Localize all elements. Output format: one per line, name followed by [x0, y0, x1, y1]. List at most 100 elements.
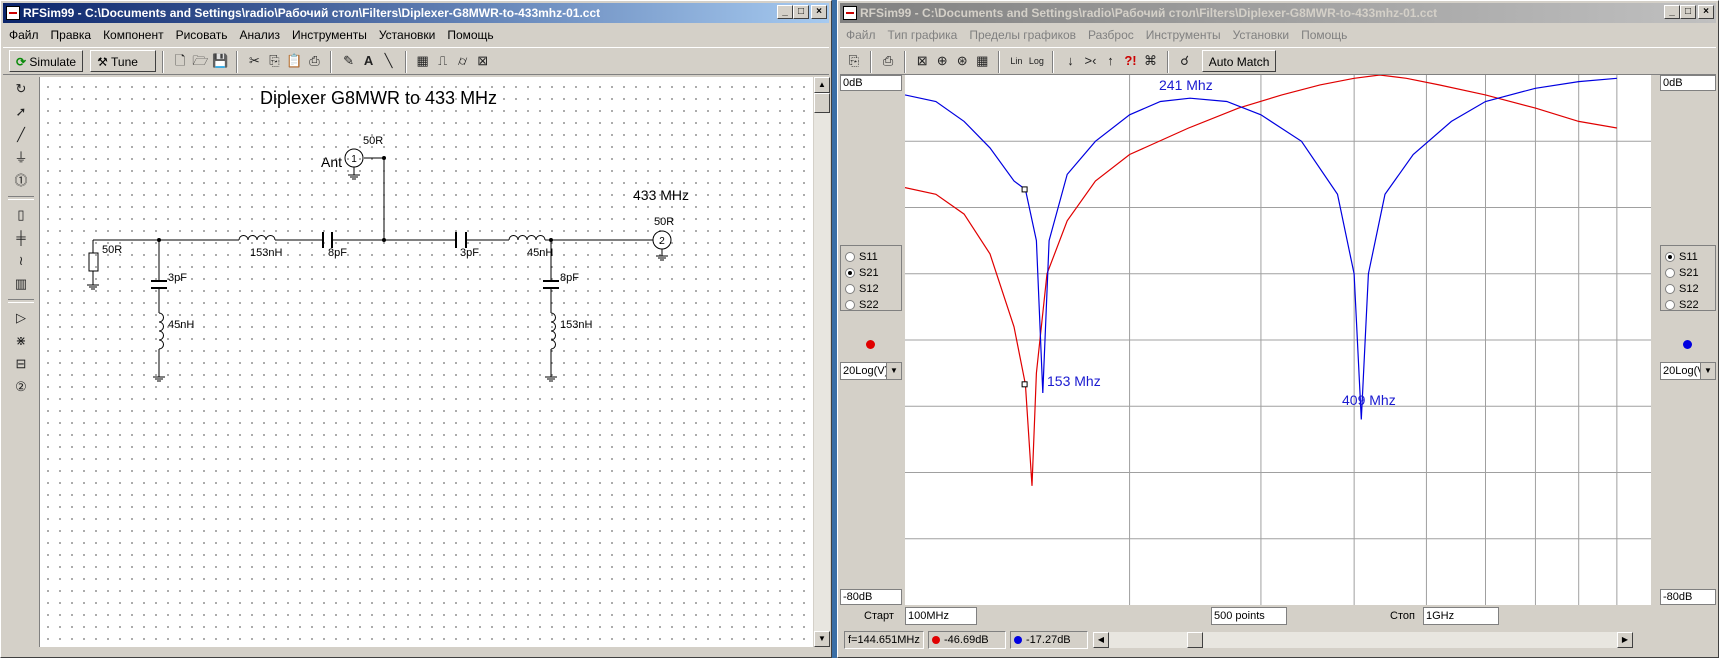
- menu-tools[interactable]: Инструменты: [286, 25, 373, 45]
- graph-titlebar[interactable]: RFSim99 - C:\Documents and Settings\radi…: [840, 3, 1716, 23]
- matching-icon[interactable]: ⊠: [473, 51, 493, 71]
- copy-graph-icon[interactable]: ⎘: [844, 51, 864, 71]
- menu-analysis[interactable]: Анализ: [234, 25, 287, 45]
- transformer-icon[interactable]: ▥: [9, 273, 33, 295]
- tune-knob-icon[interactable]: ☌: [1175, 51, 1195, 71]
- left-radio-s21[interactable]: S21: [845, 265, 897, 281]
- chevron-down-icon[interactable]: ▼: [886, 363, 901, 379]
- open-folder-icon[interactable]: 🗁: [190, 51, 210, 71]
- menu-edit[interactable]: Правка: [45, 25, 98, 45]
- menu-graph-limits[interactable]: Пределы графиков: [963, 25, 1082, 45]
- line-icon[interactable]: ╲: [379, 51, 399, 71]
- scroll-right-arrow-icon[interactable]: ▶: [1617, 632, 1633, 648]
- radio-button[interactable]: [1665, 300, 1675, 311]
- menu-file[interactable]: Файл: [3, 25, 45, 45]
- right-radio-s21[interactable]: S21: [1665, 265, 1711, 281]
- left-radio-s22[interactable]: S22: [845, 297, 897, 313]
- capacitor-icon[interactable]: ╪: [9, 227, 33, 249]
- new-file-icon[interactable]: 🗋: [170, 51, 190, 71]
- left-radio-s11[interactable]: S11: [845, 249, 897, 265]
- rotate-icon[interactable]: ↻: [9, 78, 33, 100]
- start-frequency-input[interactable]: 100MHz: [905, 607, 977, 625]
- menu-settings[interactable]: Установки: [373, 25, 441, 45]
- table-icon[interactable]: ▦: [972, 51, 992, 71]
- maximize-button[interactable]: □: [1680, 5, 1696, 19]
- menu-file[interactable]: Файл: [840, 25, 882, 45]
- narrow-range-icon[interactable]: >‹: [1081, 51, 1101, 71]
- print-icon[interactable]: ⎙: [878, 51, 898, 71]
- select-arrow-icon[interactable]: ➚: [9, 101, 33, 123]
- scroll-thumb[interactable]: [1187, 632, 1203, 648]
- calculator-icon[interactable]: ▦: [413, 51, 433, 71]
- smith-chart-icon[interactable]: ⊕: [932, 51, 952, 71]
- text-icon[interactable]: A: [359, 51, 379, 71]
- left-radio-s12[interactable]: S12: [845, 281, 897, 297]
- log-scale-icon[interactable]: Log: [1026, 51, 1046, 71]
- radio-button[interactable]: [845, 268, 855, 279]
- copy-icon[interactable]: ⎘: [264, 51, 284, 71]
- menu-component[interactable]: Компонент: [97, 25, 170, 45]
- right-radio-s11[interactable]: S11: [1665, 249, 1711, 265]
- port-two-icon[interactable]: ②: [9, 376, 33, 398]
- auto-match-button[interactable]: Auto Match: [1201, 50, 1277, 72]
- points-input[interactable]: 500 points: [1211, 607, 1287, 625]
- frequency-scrollbar[interactable]: ◀ ▶: [1093, 632, 1633, 648]
- menu-settings[interactable]: Установки: [1227, 25, 1295, 45]
- schematic-titlebar[interactable]: RFSim99 - C:\Documents and Settings\radi…: [3, 3, 829, 23]
- amplifier-icon[interactable]: ▷: [9, 307, 33, 329]
- close-button[interactable]: ×: [811, 5, 827, 19]
- schematic-vertical-scrollbar[interactable]: ▲ ▼: [814, 77, 830, 647]
- resistor-icon[interactable]: ▯: [9, 204, 33, 226]
- save-icon[interactable]: 💾: [210, 51, 230, 71]
- menu-help[interactable]: Помощь: [441, 25, 499, 45]
- radio-button[interactable]: [1665, 252, 1675, 263]
- radio-button[interactable]: [1665, 268, 1675, 279]
- left-scale-select[interactable]: 20Log(V) ▼: [840, 362, 902, 380]
- menu-graph-type[interactable]: Тип графика: [882, 25, 964, 45]
- close-button[interactable]: ×: [1698, 5, 1714, 19]
- radio-button[interactable]: [1665, 284, 1675, 295]
- simulate-button[interactable]: ⟳ Simulate: [9, 50, 84, 72]
- transmission-line-icon[interactable]: ⊟: [9, 353, 33, 375]
- pen-icon[interactable]: ✎: [339, 51, 359, 71]
- scroll-left-arrow-icon[interactable]: ◀: [1093, 632, 1109, 648]
- minimize-button[interactable]: _: [1664, 5, 1680, 19]
- antenna-icon[interactable]: ⎍: [433, 51, 453, 71]
- graph-plot-area[interactable]: 241 Mhz 153 Mhz 409 Mhz: [905, 75, 1651, 605]
- stop-frequency-input[interactable]: 1GHz: [1423, 607, 1499, 625]
- filter-icon[interactable]: ⌭: [453, 51, 473, 71]
- polar-chart-icon[interactable]: ⊛: [952, 51, 972, 71]
- menu-tools[interactable]: Инструменты: [1140, 25, 1227, 45]
- linear-scale-icon[interactable]: Lin: [1006, 51, 1026, 71]
- right-radio-s22[interactable]: S22: [1665, 297, 1711, 313]
- right-scale-select[interactable]: 20Log(V) ▼: [1660, 362, 1716, 380]
- help-query-icon[interactable]: ?!: [1121, 51, 1141, 71]
- crystal-icon[interactable]: ⋇: [9, 330, 33, 352]
- print-icon[interactable]: ⎙: [304, 51, 324, 71]
- right-radio-s12[interactable]: S12: [1665, 281, 1711, 297]
- minimize-button[interactable]: _: [777, 5, 793, 19]
- right-trace-color-dot[interactable]: [1683, 340, 1692, 349]
- menu-draw[interactable]: Рисовать: [170, 25, 234, 45]
- port-icon[interactable]: ⓵: [9, 170, 33, 192]
- component-sweep-icon[interactable]: ⌘: [1141, 51, 1161, 71]
- paste-icon[interactable]: 📋: [284, 51, 304, 71]
- cut-icon[interactable]: ✂: [244, 51, 264, 71]
- scroll-up-arrow-icon[interactable]: ▲: [814, 77, 830, 93]
- menu-help[interactable]: Помощь: [1295, 25, 1353, 45]
- schematic-canvas[interactable]: 1 2 Diplexer G8MWR to 433 MHz Ant 50R 50…: [40, 77, 813, 647]
- scroll-down-arrow-icon[interactable]: ▼: [814, 631, 830, 647]
- tune-button[interactable]: ⚒ Tune: [90, 50, 157, 72]
- rect-graph-icon[interactable]: ⊠: [912, 51, 932, 71]
- left-trace-color-dot[interactable]: [866, 340, 875, 349]
- inductor-icon[interactable]: ≀: [9, 250, 33, 272]
- arrow-up-icon[interactable]: ↑: [1101, 51, 1121, 71]
- ground-icon[interactable]: ⏚: [9, 147, 33, 169]
- radio-button[interactable]: [845, 252, 855, 263]
- menu-spread[interactable]: Разброс: [1082, 25, 1140, 45]
- wire-icon[interactable]: ╱: [9, 124, 33, 146]
- radio-button[interactable]: [845, 284, 855, 295]
- maximize-button[interactable]: □: [793, 5, 809, 19]
- radio-button[interactable]: [845, 300, 855, 311]
- chevron-down-icon[interactable]: ▼: [1700, 363, 1715, 379]
